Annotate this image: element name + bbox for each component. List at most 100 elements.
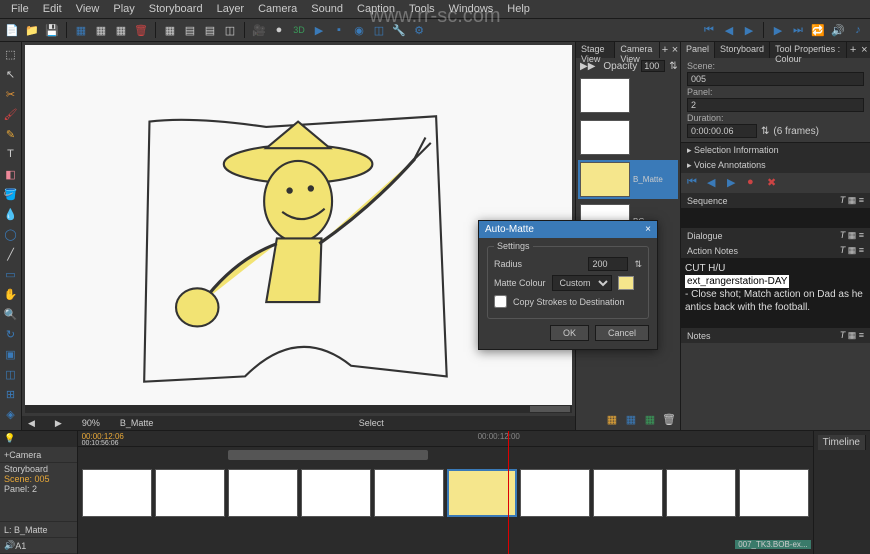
library-icon[interactable]: ◈ <box>3 406 19 422</box>
play-icon[interactable]: ▶ <box>741 22 757 38</box>
settings-icon[interactable]: ⚙ <box>411 22 427 38</box>
sequence-header[interactable]: Sequence T ▦ ≡ <box>681 193 870 208</box>
timeline-thumb[interactable] <box>666 469 736 517</box>
playhead[interactable] <box>508 431 509 554</box>
delete-layer-icon[interactable]: 🗑 <box>661 411 677 427</box>
opacity-input[interactable] <box>641 60 665 72</box>
storyboard-track-label[interactable]: Storyboard Scene: 005 Panel: 2 <box>0 463 77 522</box>
3d-button[interactable]: 3D <box>291 22 307 38</box>
rect-tool-icon[interactable]: ▭ <box>3 266 19 282</box>
dialogue-header[interactable]: Dialogue T ▦ ≡ <box>681 228 870 243</box>
prev-icon[interactable]: ◀ <box>721 22 737 38</box>
selection-info-header[interactable]: ▸ Selection Information <box>681 143 870 158</box>
rewind-icon[interactable]: ⏮ <box>687 176 701 190</box>
radius-input[interactable] <box>588 257 628 271</box>
scene-input[interactable] <box>687 72 864 86</box>
menu-file[interactable]: File <box>4 1 36 17</box>
matte-colour-select[interactable]: Custom <box>552 275 612 291</box>
brush-tool-icon[interactable]: 🖌 <box>3 106 19 122</box>
last-icon[interactable]: ⏭ <box>790 22 806 38</box>
close-view-icon[interactable]: × <box>670 42 680 58</box>
rotate-tool-icon[interactable]: ↻ <box>3 326 19 342</box>
timeline-thumb[interactable] <box>739 469 809 517</box>
tab-storyboard[interactable]: Storyboard <box>715 42 770 58</box>
spin-icon[interactable]: ⇅ <box>761 126 769 137</box>
camera-icon[interactable]: 🎥 <box>251 22 267 38</box>
overlay-icon[interactable]: ◫ <box>222 22 238 38</box>
storyboard-track[interactable] <box>78 463 813 522</box>
menu-edit[interactable]: Edit <box>36 1 69 17</box>
hand-tool-icon[interactable]: ✋ <box>3 286 19 302</box>
timeline-thumb[interactable] <box>593 469 663 517</box>
dup -layer-icon[interactable]: ▦ <box>623 411 639 427</box>
timeline-thumb[interactable] <box>155 469 225 517</box>
panel-input[interactable] <box>687 98 864 112</box>
timeline-thumb[interactable] <box>520 469 590 517</box>
menu-play[interactable]: Play <box>106 1 141 17</box>
next-icon[interactable]: ▶ <box>770 22 786 38</box>
delete-icon[interactable]: 🗑 <box>133 22 149 38</box>
prev-panel-icon[interactable]: ◀ <box>28 418 35 429</box>
tab-panel[interactable]: Panel <box>681 42 715 58</box>
layer-thumb-selected[interactable]: B_Matte <box>578 160 678 199</box>
tab-stage-view[interactable]: Stage View <box>576 42 615 58</box>
action-notes-text[interactable]: CUT H/U ext_rangerstation-DAY - Close sh… <box>681 258 870 328</box>
menu-help[interactable]: Help <box>500 1 537 17</box>
cancel-button[interactable]: Cancel <box>595 325 649 341</box>
render-icon[interactable]: ▶ <box>311 22 327 38</box>
layer-track-label[interactable]: L: B_Matte <box>0 522 77 538</box>
save-icon[interactable]: 💾 <box>44 22 60 38</box>
spin-icon[interactable]: ⇅ <box>669 61 677 72</box>
spin-icon[interactable]: ⇅ <box>634 259 642 270</box>
zoom-tool-icon[interactable]: 🔍 <box>3 306 19 322</box>
menu-camera[interactable]: Camera <box>251 1 304 17</box>
layer-tool-icon[interactable]: ◫ <box>3 366 19 382</box>
list-icon[interactable]: ▤ <box>202 22 218 38</box>
close-tab-icon[interactable]: × <box>859 42 870 58</box>
colour-swatch[interactable] <box>618 276 634 290</box>
camera-track-label[interactable]: + Camera <box>0 447 77 463</box>
close-gap-icon[interactable]: ◯ <box>3 226 19 242</box>
tool-icon[interactable]: 🔧 <box>391 22 407 38</box>
back-icon[interactable]: ◀ <box>707 176 721 190</box>
paint-tool-icon[interactable]: 🪣 <box>3 186 19 202</box>
action-notes-header[interactable]: Action Notes T ▦ ≡ <box>681 243 870 258</box>
panel-icon[interactable]: ▦ <box>73 22 89 38</box>
audio-clip[interactable]: 007_TK3.BOB-ex... <box>735 540 810 549</box>
grid2-icon[interactable]: ◫ <box>371 22 387 38</box>
lightbulb-icon[interactable]: 💡 <box>4 433 15 444</box>
tab-timeline[interactable]: Timeline <box>818 435 866 450</box>
group-layer-icon[interactable]: ▦ <box>642 411 658 427</box>
light-icon[interactable]: ● <box>271 22 287 38</box>
timeline-ruler[interactable]: 00:00:12:06 00:10:56:06 00:00:12:00 <box>78 431 813 447</box>
layout-icon[interactable]: ▤ <box>182 22 198 38</box>
timeline-thumb-selected[interactable] <box>447 469 517 517</box>
zoom-level[interactable]: 90% <box>82 418 100 428</box>
menu-sound[interactable]: Sound <box>304 1 350 17</box>
menu-windows[interactable]: Windows <box>442 1 501 17</box>
close-icon[interactable]: × <box>645 224 651 235</box>
add-layer-icon[interactable]: ▦ <box>604 411 620 427</box>
next-panel-icon[interactable]: ▶ <box>55 418 62 429</box>
arrow-tool-icon[interactable]: ↖ <box>3 66 19 82</box>
menu-tools[interactable]: Tools <box>402 1 442 17</box>
eraser-tool-icon[interactable]: ◧ <box>3 166 19 182</box>
record-icon[interactable]: ● <box>747 176 761 190</box>
add-tab-icon[interactable]: + <box>847 42 858 58</box>
tab-tool-props[interactable]: Tool Properties : Colour <box>770 42 847 58</box>
ok-button[interactable]: OK <box>550 325 589 341</box>
notes-header[interactable]: Notes T ▦ ≡ <box>681 328 870 343</box>
duration-input[interactable] <box>687 124 757 138</box>
dropper-tool-icon[interactable]: 💧 <box>3 206 19 222</box>
layer-track[interactable] <box>78 522 813 538</box>
open-icon[interactable]: 📁 <box>24 22 40 38</box>
grid-icon[interactable]: ▦ <box>162 22 178 38</box>
stop-icon[interactable]: ✖ <box>767 176 781 190</box>
timeline-thumb[interactable] <box>228 469 298 517</box>
tab-camera-view[interactable]: Camera View <box>615 42 660 58</box>
voice-ann-header[interactable]: ▸ Voice Annotations <box>681 158 870 173</box>
menu-view[interactable]: View <box>69 1 107 17</box>
new-icon[interactable]: 📄 <box>4 22 20 38</box>
camera-tool-icon[interactable]: ▣ <box>3 346 19 362</box>
expand-icon[interactable]: ▶▶ <box>580 61 595 72</box>
